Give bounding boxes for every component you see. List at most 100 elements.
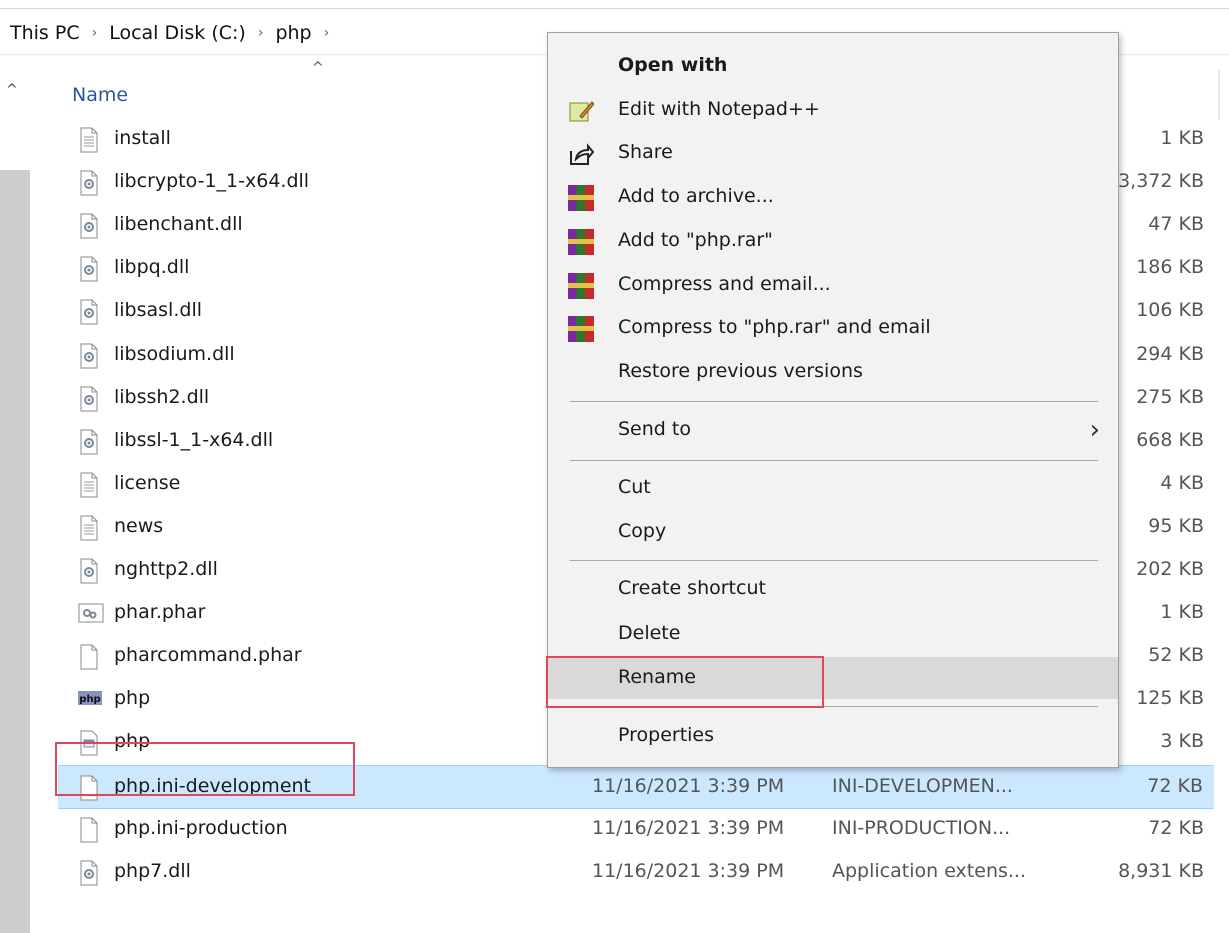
text-file-icon bbox=[78, 472, 100, 498]
file-size: 72 KB bbox=[1147, 774, 1203, 797]
menu-item-restore-previous-versions[interactable]: Restore previous versions bbox=[548, 351, 1118, 393]
file-size: 125 KB bbox=[1136, 687, 1204, 710]
menu-separator bbox=[570, 560, 1098, 561]
breadcrumb-this-pc[interactable]: This PC bbox=[10, 22, 84, 44]
column-header-name[interactable]: Name bbox=[72, 80, 128, 110]
menu-item-label: Add to "php.rar" bbox=[618, 229, 773, 251]
menu-item-edit-with-notepad[interactable]: Edit with Notepad++ bbox=[548, 89, 1118, 131]
menu-item-properties[interactable]: Properties bbox=[548, 715, 1118, 757]
file-size: 1 KB bbox=[1160, 601, 1204, 624]
file-name: pharcommand.phar bbox=[114, 644, 302, 667]
menu-item-label: Cut bbox=[618, 476, 651, 498]
menu-item-label: Delete bbox=[618, 622, 681, 644]
scroll-up-icon[interactable]: ^ bbox=[6, 82, 18, 98]
breadcrumb-local-disk[interactable]: Local Disk (C:) bbox=[109, 22, 250, 44]
dll-file-icon bbox=[78, 170, 100, 196]
window-top-edge bbox=[0, 0, 1229, 9]
file-name: php7.dll bbox=[114, 859, 191, 882]
menu-item-copy[interactable]: Copy bbox=[548, 511, 1118, 553]
menu-item-send-to[interactable]: Send to › bbox=[548, 409, 1118, 451]
dll-file-icon bbox=[78, 256, 100, 282]
file-type: INI-PRODUCTION... bbox=[832, 816, 1011, 839]
menu-separator bbox=[570, 460, 1098, 461]
menu-item-open-with[interactable]: Open with bbox=[548, 45, 1118, 87]
blank-file-icon bbox=[78, 817, 100, 843]
file-row[interactable]: php7.dll 11/16/2021 3:39 PM Application ex… bbox=[0, 851, 1229, 893]
menu-item-create-shortcut[interactable]: Create shortcut bbox=[548, 568, 1118, 610]
menu-item-label: Open with bbox=[618, 54, 728, 76]
file-name: phar.phar bbox=[114, 601, 206, 624]
menu-item-label: Send to bbox=[618, 418, 691, 440]
dll-file-icon bbox=[78, 213, 100, 239]
file-type: INI-DEVELOPMEN... bbox=[832, 774, 1013, 797]
text-file-icon bbox=[78, 127, 100, 153]
dll-file-icon bbox=[78, 386, 100, 412]
file-date: 11/16/2021 3:39 PM bbox=[592, 859, 785, 882]
menu-item-share[interactable]: Share bbox=[548, 132, 1118, 174]
menu-item-add-to-archive[interactable]: Add to archive... bbox=[548, 176, 1118, 218]
selection-highlight-box bbox=[55, 742, 355, 796]
phar-file-icon bbox=[78, 601, 104, 627]
menu-item-cut[interactable]: Cut bbox=[548, 467, 1118, 509]
text-file-icon bbox=[78, 515, 100, 541]
share-icon bbox=[568, 141, 595, 167]
menu-item-label: Create shortcut bbox=[618, 577, 766, 599]
file-size: 4 KB bbox=[1160, 471, 1204, 494]
file-name: libsodium.dll bbox=[114, 342, 235, 365]
dll-file-icon bbox=[78, 299, 100, 325]
menu-item-compress-to-php-rar-and-email[interactable]: Compress to "php.rar" and email bbox=[548, 307, 1118, 349]
breadcrumb-separator-icon: › bbox=[91, 25, 98, 41]
sort-ascending-icon: ^ bbox=[312, 60, 324, 76]
file-row[interactable]: php.ini-production 11/16/2021 3:39 PM INI-… bbox=[0, 808, 1229, 850]
svg-text:php: php bbox=[79, 694, 100, 705]
breadcrumb[interactable]: This PC › Local Disk (C:) › php › bbox=[10, 18, 341, 48]
menu-item-label: Share bbox=[618, 141, 673, 163]
file-name: libenchant.dll bbox=[114, 213, 243, 236]
winrar-icon bbox=[568, 316, 594, 342]
menu-item-label: Properties bbox=[618, 724, 715, 746]
rename-highlight-box bbox=[546, 656, 824, 708]
file-name: libsasl.dll bbox=[114, 299, 202, 322]
file-size: 106 KB bbox=[1136, 299, 1204, 322]
php-exe-icon: php bbox=[78, 687, 102, 713]
file-name: libssl-1_1-x64.dll bbox=[114, 428, 274, 451]
file-type: Application extens... bbox=[832, 859, 1026, 882]
breadcrumb-separator-icon: › bbox=[257, 25, 264, 41]
file-name: libcrypto-1_1-x64.dll bbox=[114, 170, 310, 193]
column-divider bbox=[1218, 70, 1220, 120]
winrar-icon bbox=[568, 229, 594, 255]
menu-item-label: Compress and email... bbox=[618, 273, 831, 295]
menu-item-add-to-php-rar[interactable]: Add to "php.rar" bbox=[548, 220, 1118, 262]
file-name: php bbox=[114, 687, 151, 710]
menu-item-label: Edit with Notepad++ bbox=[618, 98, 820, 120]
file-size: 3 KB bbox=[1160, 730, 1204, 753]
dll-file-icon bbox=[78, 429, 100, 455]
notepad-plus-plus-icon bbox=[568, 98, 595, 124]
file-size: 186 KB bbox=[1136, 256, 1204, 279]
file-size: 1 KB bbox=[1160, 127, 1204, 149]
breadcrumb-php[interactable]: php bbox=[275, 22, 315, 44]
file-date: 11/16/2021 3:39 PM bbox=[592, 816, 785, 839]
file-size: 202 KB bbox=[1136, 558, 1204, 580]
file-size: 275 KB bbox=[1136, 385, 1204, 408]
file-size: 72 KB bbox=[1148, 816, 1204, 839]
file-name: license bbox=[114, 471, 181, 494]
file-name: php.ini-production bbox=[114, 816, 288, 839]
menu-item-delete[interactable]: Delete bbox=[548, 613, 1118, 655]
file-size: 8,931 KB bbox=[1118, 859, 1204, 882]
file-size: 52 KB bbox=[1148, 644, 1204, 667]
file-size: 95 KB bbox=[1148, 514, 1204, 537]
winrar-icon bbox=[568, 273, 594, 299]
blank-file-icon bbox=[78, 644, 100, 670]
dll-file-icon bbox=[78, 343, 100, 369]
menu-item-label: Copy bbox=[618, 520, 667, 542]
menu-item-label: Restore previous versions bbox=[618, 360, 863, 382]
dll-file-icon bbox=[78, 558, 100, 584]
breadcrumb-separator-icon[interactable]: › bbox=[324, 25, 330, 41]
file-date: 11/16/2021 3:39 PM bbox=[592, 774, 785, 797]
file-size: 47 KB bbox=[1148, 213, 1204, 236]
file-size: 668 KB bbox=[1136, 428, 1204, 451]
file-name: libpq.dll bbox=[114, 256, 190, 279]
file-name: install bbox=[114, 127, 171, 149]
menu-item-compress-and-email[interactable]: Compress and email... bbox=[548, 264, 1118, 306]
